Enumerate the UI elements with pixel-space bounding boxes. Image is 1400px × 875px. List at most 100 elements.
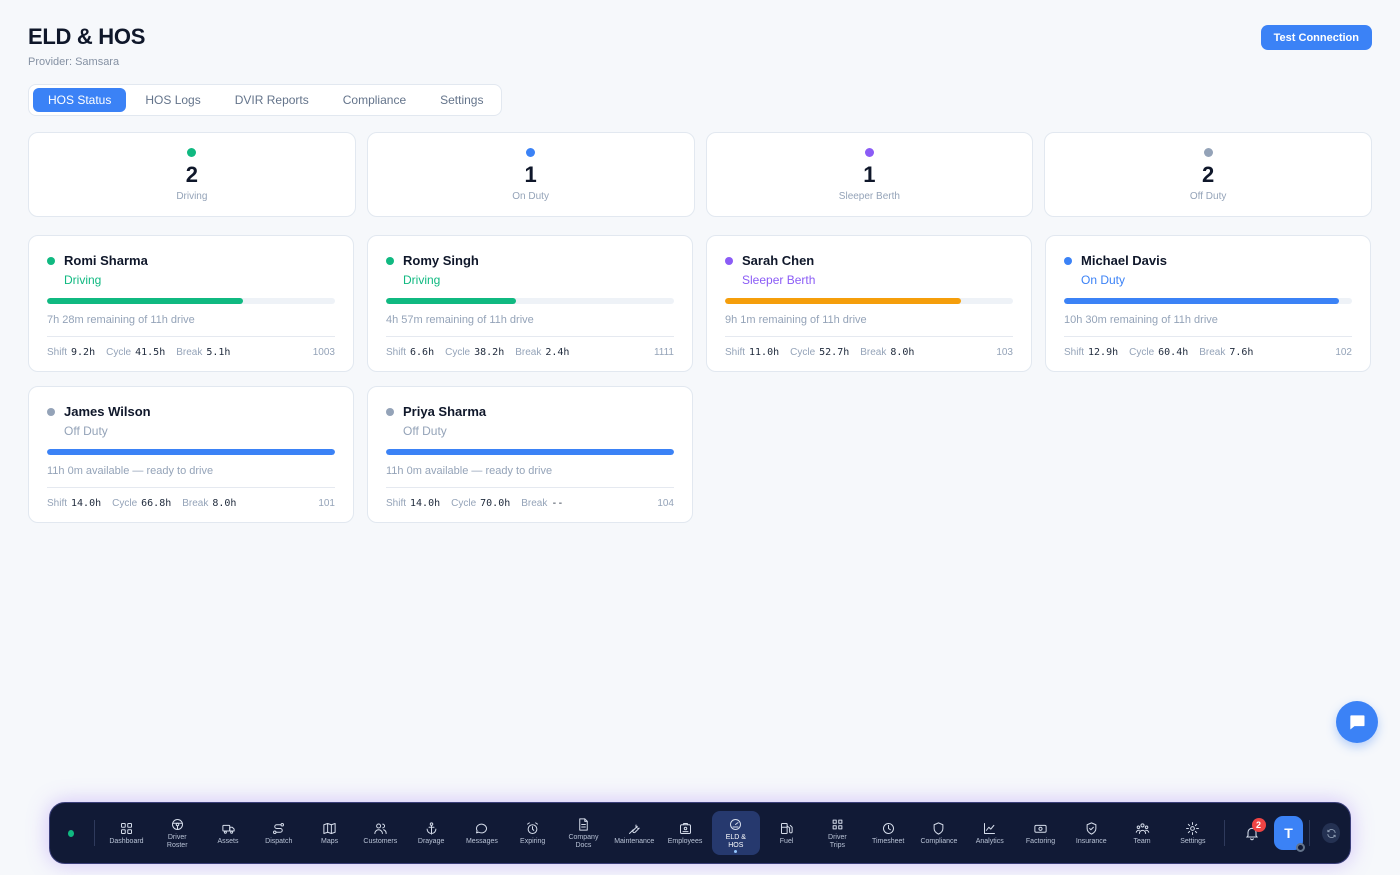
dock-item-label: Employees bbox=[667, 837, 703, 845]
tab-dvir-reports[interactable]: DVIR Reports bbox=[220, 88, 324, 112]
shift-metric: Shift 14.0h bbox=[386, 498, 440, 509]
drive-time-bar-fill bbox=[386, 449, 674, 455]
dock-item-factoring[interactable]: Factoring bbox=[1017, 811, 1065, 855]
dock-item-eld-hos[interactable]: ELD & HOS bbox=[711, 811, 760, 855]
dock-items: Dashboard Driver Roster Assets Dispatch Maps… bbox=[101, 811, 1218, 855]
dock-item-timesheet[interactable]: Timesheet bbox=[864, 811, 912, 855]
dock-item-customers[interactable]: Customers bbox=[356, 811, 404, 855]
user-avatar[interactable]: T bbox=[1273, 816, 1306, 852]
stat-value: 2 bbox=[185, 162, 198, 187]
cycle-value: 52.7h bbox=[819, 347, 850, 358]
bottom-dock: Dashboard Driver Roster Assets Dispatch Maps… bbox=[49, 802, 1351, 864]
driver-status: Off Duty bbox=[64, 424, 108, 438]
dock-item-company-docs[interactable]: Company Docs bbox=[559, 811, 607, 855]
dock-item-label: Settings bbox=[1180, 837, 1206, 845]
shift-label: Shift bbox=[47, 347, 68, 358]
tab-compliance[interactable]: Compliance bbox=[328, 88, 421, 112]
driver-status: On Duty bbox=[1081, 273, 1126, 287]
page-header: ELD & HOS Provider: Samsara bbox=[28, 24, 145, 68]
notifications-button[interactable]: 2 bbox=[1239, 818, 1266, 848]
tab-hos-logs[interactable]: HOS Logs bbox=[130, 88, 215, 112]
break-value: 2.4h bbox=[545, 347, 570, 358]
dock-item-driver-roster[interactable]: Driver Roster bbox=[153, 811, 201, 855]
break-metric: Break 8.0h bbox=[182, 498, 236, 509]
cycle-label: Cycle bbox=[790, 347, 816, 358]
drive-time-bar bbox=[47, 449, 335, 455]
dock-item-settings[interactable]: Settings bbox=[1169, 811, 1217, 855]
driver-status-dot bbox=[47, 256, 55, 265]
clock-icon bbox=[882, 822, 894, 834]
dock-item-drayage[interactable]: Drayage bbox=[407, 811, 455, 855]
driver-card[interactable]: Romy Singh Driving 4h 57m remaining of 11h… bbox=[367, 235, 693, 372]
drive-time-bar bbox=[386, 298, 674, 304]
cycle-value: 41.5h bbox=[135, 347, 166, 358]
cycle-label: Cycle bbox=[445, 347, 471, 358]
provider-label: Provider: Samsara bbox=[28, 56, 120, 68]
dock-item-expiring[interactable]: Expiring bbox=[509, 811, 557, 855]
document-icon bbox=[579, 817, 588, 831]
break-metric: Break 5.1h bbox=[176, 347, 230, 358]
driver-card[interactable]: Priya Sharma Off Duty 11h 0m available — r… bbox=[367, 386, 693, 523]
dock-item-team[interactable]: Team bbox=[1118, 811, 1166, 855]
shift-label: Shift bbox=[1064, 347, 1085, 358]
cycle-metric: Cycle 38.2h bbox=[445, 347, 504, 358]
break-label: Break bbox=[521, 498, 548, 509]
dock-item-employees[interactable]: Employees bbox=[661, 811, 709, 855]
shield-icon bbox=[934, 821, 944, 835]
wrench-icon bbox=[628, 824, 640, 834]
dock-item-analytics[interactable]: Analytics bbox=[966, 811, 1014, 855]
card-divider bbox=[386, 336, 674, 337]
driver-card[interactable]: James Wilson Off Duty 11h 0m available — r… bbox=[28, 386, 354, 523]
cycle-metric: Cycle 60.4h bbox=[1129, 347, 1188, 358]
dock-item-dashboard[interactable]: Dashboard bbox=[102, 811, 150, 855]
drive-time-bar-fill bbox=[47, 298, 243, 304]
refresh-icon bbox=[1327, 828, 1336, 838]
break-value: -- bbox=[551, 498, 564, 509]
drive-time-remaining: 9h 1m remaining of 11h drive bbox=[725, 314, 867, 326]
dock-item-messages[interactable]: Messages bbox=[458, 811, 506, 855]
test-connection-button[interactable]: Test Connection bbox=[1260, 25, 1372, 50]
dock-item-assets[interactable]: Assets bbox=[204, 811, 252, 855]
tab-settings[interactable]: Settings bbox=[425, 88, 498, 112]
dock-item-label: Assets bbox=[217, 837, 239, 845]
driver-card[interactable]: Romi Sharma Driving 7h 28m remaining of 11… bbox=[28, 235, 354, 372]
drive-time-bar bbox=[386, 449, 674, 455]
dock-item-label: Dispatch bbox=[265, 837, 293, 845]
stat-card-on-duty: 1 On Duty bbox=[366, 132, 695, 217]
drive-time-remaining: 11h 0m available — ready to drive bbox=[47, 465, 214, 477]
dock-item-label: Team bbox=[1133, 837, 1151, 845]
dock-item-maps[interactable]: Maps bbox=[306, 811, 354, 855]
status-dot bbox=[526, 148, 536, 157]
driver-card[interactable]: Sarah Chen Sleeper Berth 9h 1m remaining o… bbox=[706, 235, 1032, 372]
dock-item-fuel[interactable]: Fuel bbox=[763, 811, 811, 855]
dock-divider bbox=[1224, 820, 1226, 846]
message-icon bbox=[476, 823, 488, 833]
tab-hos-status[interactable]: HOS Status bbox=[33, 88, 127, 112]
gauge-icon bbox=[730, 818, 742, 830]
driver-status: Driving bbox=[403, 273, 441, 287]
driver-card[interactable]: Michael Davis On Duty 10h 30m remaining of… bbox=[1045, 235, 1371, 372]
dock-item-compliance[interactable]: Compliance bbox=[915, 811, 963, 855]
shift-value: 9.2h bbox=[71, 347, 96, 358]
shift-label: Shift bbox=[386, 498, 407, 509]
cycle-label: Cycle bbox=[106, 347, 132, 358]
gear-icon bbox=[1186, 821, 1200, 835]
stat-card-sleeper-berth: 1 Sleeper Berth bbox=[705, 132, 1034, 217]
shift-label: Shift bbox=[725, 347, 746, 358]
status-dot bbox=[187, 148, 197, 157]
dock-item-insurance[interactable]: Insurance bbox=[1067, 811, 1115, 855]
sync-button[interactable] bbox=[1322, 823, 1340, 843]
dock-item-driver-trips[interactable]: Driver Trips bbox=[813, 811, 861, 855]
shift-value: 14.0h bbox=[410, 498, 441, 509]
driver-status-dot bbox=[47, 407, 55, 416]
unit-number: 1003 bbox=[312, 347, 335, 358]
card-divider bbox=[47, 487, 335, 488]
chart-line-icon bbox=[984, 822, 996, 834]
shift-metric: Shift 9.2h bbox=[47, 347, 95, 358]
dock-item-maintenance[interactable]: Maintenance bbox=[610, 811, 658, 855]
chat-button[interactable] bbox=[1336, 701, 1378, 743]
dock-item-dispatch[interactable]: Dispatch bbox=[255, 811, 303, 855]
break-label: Break bbox=[176, 347, 203, 358]
stat-label: On Duty bbox=[512, 191, 549, 202]
stat-label: Off Duty bbox=[1189, 191, 1227, 202]
